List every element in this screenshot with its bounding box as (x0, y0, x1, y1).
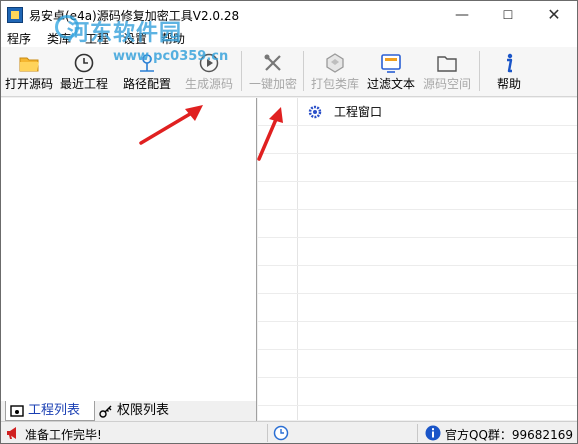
one-click-encrypt-button[interactable]: 一键加密 (245, 47, 301, 97)
one-click-encrypt-label: 一键加密 (248, 77, 297, 91)
megaphone-icon (7, 427, 16, 439)
package-library-label: 打包类库 (310, 77, 359, 91)
project-tree-panel[interactable] (1, 98, 257, 401)
generate-source-label: 生成源码 (184, 77, 233, 91)
status-text: 准备工作完毕! (25, 428, 102, 442)
info-icon (507, 53, 513, 73)
tools-icon (264, 54, 281, 71)
app-window: 易安卓(e4a)源码修复加密工具V2.0.28 — ☐ ✕ 程序 类库 工程 设… (0, 0, 578, 444)
maximize-button[interactable]: ☐ (485, 1, 531, 29)
watermark-text: 河东软件园 (67, 21, 183, 46)
tab-permission-list[interactable]: 权限列表 (95, 401, 179, 421)
workspace-row-line (258, 125, 577, 126)
project-window-item[interactable]: 工程窗口 (334, 103, 382, 120)
workspace-row-line (258, 377, 577, 378)
info-circle-icon (425, 425, 441, 441)
status-separator (267, 424, 268, 442)
tab-project-list[interactable]: 工程列表 (5, 401, 95, 421)
workspace-row-line (258, 209, 577, 210)
filter-text-icon (381, 54, 401, 73)
filter-text-button[interactable]: 过滤文本 (363, 47, 419, 97)
status-separator (417, 424, 418, 442)
open-source-label: 打开源码 (4, 77, 53, 91)
menu-program[interactable]: 程序 (7, 30, 31, 47)
gear-icon (308, 105, 322, 119)
workspace-panel[interactable]: 工程窗口 (258, 98, 577, 420)
tab-permission-list-label: 权限列表 (117, 403, 170, 418)
recent-projects-button[interactable]: 最近工程 (57, 47, 111, 97)
close-button[interactable]: ✕ (531, 1, 577, 29)
qq-group-text: 官方QQ群：99682169 (445, 428, 573, 442)
package-library-button[interactable]: 打包类库 (307, 47, 363, 97)
workspace-row-line (258, 405, 577, 406)
status-bar: 准备工作完毕! 官方QQ群：99682169 (1, 421, 577, 443)
help-label: 帮助 (496, 77, 521, 91)
annotation-arrow (257, 107, 283, 161)
annotation-arrow (139, 105, 203, 145)
toolbar-separator (241, 51, 242, 91)
minimize-button[interactable]: — (439, 1, 485, 29)
filter-text-label: 过滤文本 (366, 77, 415, 91)
workspace-row-line (258, 321, 577, 322)
clock-icon (273, 425, 289, 441)
open-source-button[interactable]: 打开源码 (3, 47, 55, 97)
workspace-row-line (258, 181, 577, 182)
source-space-label: 源码空间 (422, 77, 471, 91)
workspace-row-line (258, 265, 577, 266)
toolbar: 打开源码 最近工程 路径配置 生成源码 一键加密 打包类库 过滤文本 源码空间 … (1, 47, 577, 97)
workspace-row-line (258, 237, 577, 238)
panel-tabs: 工程列表 权限列表 (1, 401, 257, 421)
recent-projects-label: 最近工程 (59, 77, 108, 91)
workspace-row-line (258, 293, 577, 294)
toolbar-separator (303, 51, 304, 91)
path-config-label: 路径配置 (122, 77, 171, 91)
folder-icon (437, 56, 457, 72)
toolbar-separator (479, 51, 480, 91)
project-list-icon (10, 405, 24, 417)
clock-icon (74, 53, 94, 73)
workspace-row-line (258, 349, 577, 350)
package-icon (326, 53, 344, 73)
app-icon (7, 7, 23, 23)
help-button[interactable]: 帮助 (483, 47, 535, 97)
workspace-row-line (258, 153, 577, 154)
key-icon (99, 405, 112, 418)
tab-project-list-label: 工程列表 (28, 403, 81, 418)
folder-open-icon (19, 57, 39, 72)
watermark-url: www.pc0359.cn (113, 49, 229, 64)
source-space-button[interactable]: 源码空间 (419, 47, 475, 97)
